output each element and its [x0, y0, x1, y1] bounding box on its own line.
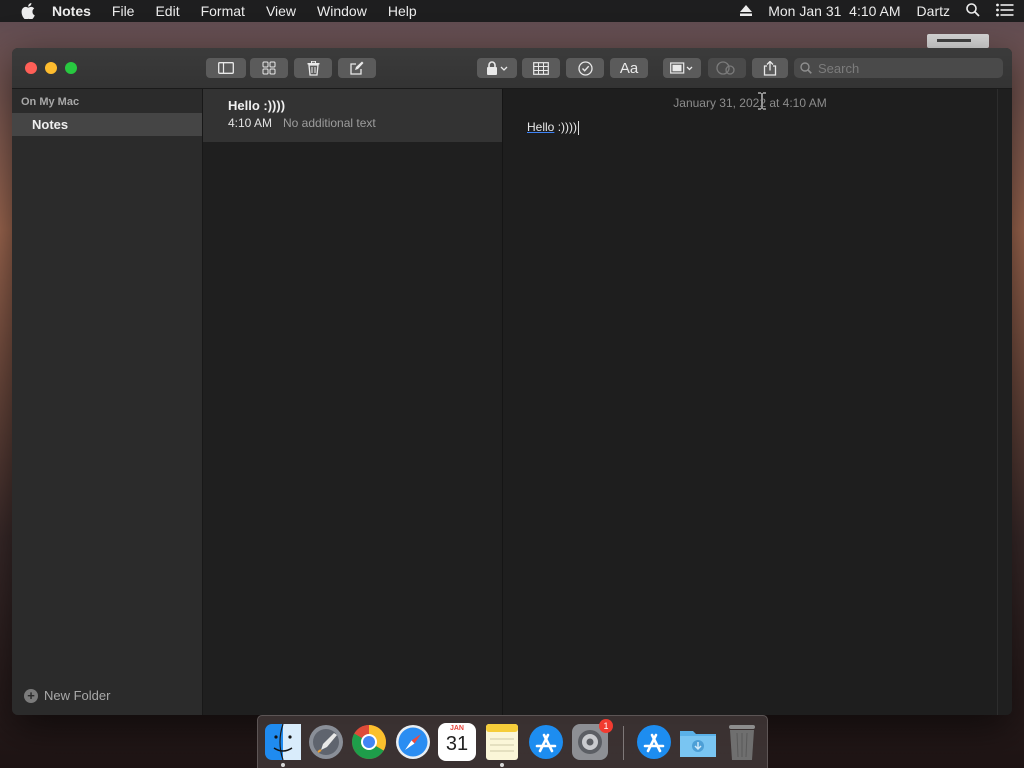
trash-icon — [307, 60, 319, 76]
downloads-folder-icon[interactable] — [679, 723, 717, 761]
note-body-text: :)))) — [554, 120, 578, 134]
desktop-disk-icon[interactable] — [927, 34, 989, 48]
compose-icon — [350, 61, 364, 75]
format-text-button[interactable]: Aa — [610, 58, 648, 78]
calendar-month: JAN — [449, 725, 464, 732]
menu-bar: Notes File Edit Format View Window Help … — [0, 0, 1024, 22]
minimize-window-button[interactable] — [45, 62, 57, 74]
calendar-icon[interactable]: JAN 31 — [438, 723, 476, 761]
menu-app-name[interactable]: Notes — [52, 3, 91, 19]
vertical-scrollbar[interactable] — [997, 89, 1012, 715]
menu-view[interactable]: View — [266, 3, 296, 19]
chrome-icon[interactable] — [350, 723, 388, 761]
misspelled-word: Hello — [527, 120, 555, 134]
dock-separator — [623, 726, 624, 760]
notes-window: Aa Search On My Mac Notes + New Folder H… — [12, 48, 1012, 715]
list-item[interactable]: Hello :)))) 4:10 AM No additional text — [203, 89, 502, 142]
photo-icon — [670, 61, 693, 74]
note-time: 4:10 AM — [228, 116, 273, 130]
new-folder-label: New Folder — [44, 688, 111, 703]
safari-icon[interactable] — [394, 723, 432, 761]
notes-app-icon[interactable] — [483, 723, 521, 761]
apple-menu-icon[interactable] — [20, 3, 36, 19]
note-body[interactable]: Hello :)))) — [527, 120, 580, 135]
menu-file[interactable]: File — [112, 3, 135, 19]
sidebar-section-header: On My Mac — [21, 96, 80, 108]
add-people-icon — [716, 61, 735, 75]
lock-icon — [487, 61, 508, 75]
share-icon — [763, 60, 777, 76]
note-list: Hello :)))) 4:10 AM No additional text — [203, 89, 503, 715]
system-preferences-icon[interactable]: 1 — [571, 719, 613, 761]
note-preview: No additional text — [283, 116, 376, 130]
gallery-view-button[interactable] — [250, 58, 288, 78]
table-icon — [533, 61, 549, 75]
sidebar-item-notes[interactable]: Notes — [12, 113, 202, 136]
dock: JAN 31 1 — [257, 715, 768, 768]
notification-badge: 1 — [599, 719, 613, 733]
delete-note-button[interactable] — [294, 58, 332, 78]
finder-icon[interactable] — [264, 723, 302, 761]
trash-bin-icon[interactable] — [723, 723, 761, 761]
add-people-button[interactable] — [708, 58, 746, 78]
grid-icon — [262, 61, 276, 75]
sidebar-item-label: Notes — [32, 117, 69, 132]
text-caret — [578, 120, 580, 135]
menu-window[interactable]: Window — [317, 3, 367, 19]
note-title: Hello :)))) — [228, 98, 286, 113]
checklist-button[interactable] — [566, 58, 604, 78]
folders-sidebar: On My Mac Notes + New Folder — [12, 89, 203, 715]
sidebar-icon — [218, 62, 234, 74]
plus-circle-icon: + — [24, 688, 38, 703]
close-window-button[interactable] — [25, 62, 37, 74]
notes-running-indicator — [500, 763, 504, 767]
maximize-window-button[interactable] — [65, 62, 77, 74]
search-placeholder: Search — [818, 60, 860, 76]
compose-note-button[interactable] — [338, 58, 376, 78]
search-field[interactable]: Search — [794, 58, 1003, 78]
note-editor[interactable]: January 31, 2022 at 4:10 AM Hello :)))) — [503, 89, 1012, 715]
new-folder-button[interactable]: + New Folder — [24, 688, 110, 703]
share-button[interactable] — [752, 58, 788, 78]
launchpad-icon[interactable] — [307, 723, 345, 761]
font-format-icon: Aa — [619, 59, 639, 77]
add-media-button[interactable] — [663, 58, 701, 78]
menu-edit[interactable]: Edit — [155, 3, 179, 19]
checkmark-circle-icon — [577, 60, 593, 76]
spotlight-icon[interactable] — [966, 2, 980, 20]
finder-running-indicator — [281, 763, 285, 767]
menu-format[interactable]: Format — [201, 3, 245, 19]
eject-icon[interactable] — [740, 3, 753, 19]
note-date: January 31, 2022 at 4:10 AM — [673, 96, 827, 110]
ibeam-cursor-icon — [757, 91, 767, 111]
app-store-icon[interactable] — [527, 723, 565, 761]
toolbar: Aa Search — [12, 48, 1012, 89]
menu-help[interactable]: Help — [388, 3, 417, 19]
app-store-download-icon[interactable] — [635, 723, 673, 761]
insert-table-button[interactable] — [522, 58, 560, 78]
calendar-day: 31 — [445, 733, 469, 755]
lock-note-button[interactable] — [477, 58, 517, 78]
search-icon — [800, 62, 812, 74]
notification-center-icon[interactable] — [996, 3, 1014, 20]
menubar-clock[interactable]: Mon Jan 31 4:10 AM — [768, 3, 900, 19]
menubar-user[interactable]: Dartz — [917, 3, 950, 19]
toggle-sidebar-button[interactable] — [206, 58, 246, 78]
